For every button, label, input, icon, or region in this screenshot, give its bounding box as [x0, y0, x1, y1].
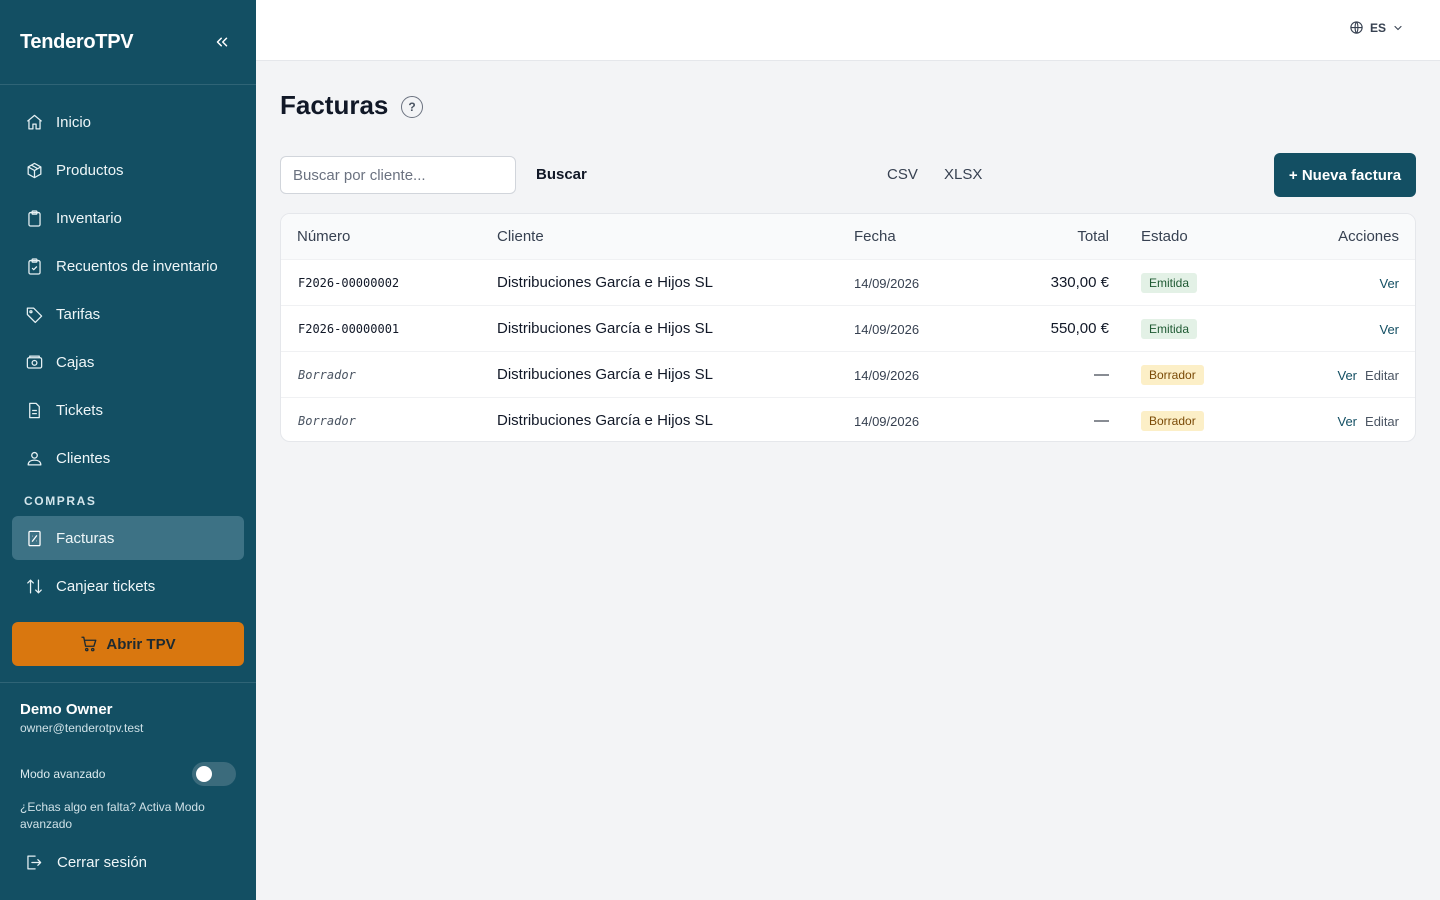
sidebar-item-tarifas[interactable]: Tarifas [12, 292, 244, 336]
view-link[interactable]: Ver [1337, 414, 1357, 429]
table-row[interactable]: F2026-00000001 Distribuciones García e H… [281, 305, 1415, 351]
sidebar-item-label: Clientes [56, 449, 111, 467]
header-date[interactable]: Fecha [854, 228, 896, 245]
invoice-client: Distribuciones García e Hijos SL [497, 274, 713, 291]
export-xlsx-button[interactable]: XLSX [944, 166, 982, 183]
header-status[interactable]: Estado [1141, 228, 1188, 245]
invoice-number: Borrador [298, 368, 356, 382]
user-email: owner@tenderotpv.test [20, 721, 144, 735]
sidebar-footer: Demo Owner owner@tenderotpv.test Modo av… [0, 682, 256, 871]
advanced-mode-label: Modo avanzado [20, 767, 106, 781]
edit-link[interactable]: Editar [1365, 414, 1399, 429]
sidebar-item-cajas[interactable]: Cajas [12, 340, 244, 384]
status-badge: Borrador [1141, 411, 1204, 431]
invoice-client: Distribuciones García e Hijos SL [497, 366, 713, 383]
globe-icon [1349, 20, 1364, 35]
cash-register-icon [24, 352, 44, 372]
sidebar-item-inicio[interactable]: Inicio [12, 100, 244, 144]
toggle-knob [196, 766, 212, 782]
help-icon[interactable]: ? [401, 96, 423, 118]
sidebar-item-label: Inventario [56, 209, 122, 227]
header-client[interactable]: Cliente [497, 228, 544, 245]
invoice-date: 14/09/2026 [854, 276, 920, 291]
sidebar-item-label: Facturas [56, 529, 115, 547]
sidebar-item-recuentos[interactable]: Recuentos de inventario [12, 244, 244, 288]
sidebar-item-productos[interactable]: Productos [12, 148, 244, 192]
invoice-number: F2026-00000001 [298, 322, 400, 336]
logout-button[interactable]: Cerrar sesión [24, 853, 147, 872]
user-name: Demo Owner [20, 701, 113, 718]
brand-logo: TenderoTPV [20, 30, 134, 53]
invoices-table: Número Cliente Fecha Total Estado Accion… [280, 213, 1416, 442]
collapse-sidebar-icon[interactable] [208, 28, 236, 56]
invoice-total: 550,00 € [1050, 320, 1109, 337]
logout-icon [24, 853, 43, 872]
invoice-number: F2026-00000002 [298, 276, 400, 290]
home-icon [24, 112, 44, 132]
search-button[interactable]: Buscar [536, 166, 587, 183]
tag-icon [24, 304, 44, 324]
sidebar-item-label: Recuentos de inventario [56, 257, 218, 275]
header-number[interactable]: Número [297, 228, 350, 245]
sidebar: TenderoTPV Inicio Productos Inventario R… [0, 0, 256, 900]
sidebar-item-label: Tickets [56, 401, 103, 419]
header-total[interactable]: Total [1077, 228, 1109, 245]
export-csv-button[interactable]: CSV [887, 166, 918, 183]
language-label: ES [1369, 20, 1386, 35]
view-link[interactable]: Ver [1379, 322, 1399, 337]
top-bar: ES [256, 0, 1440, 61]
sidebar-item-label: Productos [56, 161, 124, 179]
sidebar-nav: Inicio Productos Inventario Recuentos de… [0, 85, 256, 608]
sidebar-item-clientes[interactable]: Clientes [12, 436, 244, 480]
advanced-mode-hint: ¿Echas algo en falta? Activa Modo avanza… [20, 800, 205, 831]
view-link[interactable]: Ver [1337, 368, 1357, 383]
status-badge: Borrador [1141, 365, 1204, 385]
logout-label: Cerrar sesión [57, 854, 148, 871]
table-row[interactable]: F2026-00000002 Distribuciones García e H… [281, 259, 1415, 305]
clipboard-icon [24, 208, 44, 228]
chevron-down-icon [1392, 22, 1404, 34]
invoice-date: 14/09/2026 [854, 322, 920, 337]
table-header: Número Cliente Fecha Total Estado Accion… [281, 214, 1415, 259]
arrows-swap-icon [24, 576, 44, 596]
invoice-total: 330,00 € [1050, 274, 1109, 291]
view-link[interactable]: Ver [1379, 276, 1399, 291]
document-icon [24, 400, 44, 420]
sidebar-item-inventario[interactable]: Inventario [12, 196, 244, 240]
invoice-icon [24, 528, 44, 548]
sidebar-item-canjear-tickets[interactable]: Canjear tickets [12, 564, 244, 608]
sidebar-item-label: Cajas [56, 353, 95, 371]
sidebar-item-label: Canjear tickets [56, 577, 156, 595]
invoice-date: 14/09/2026 [854, 414, 920, 429]
open-tpv-button[interactable]: Abrir TPV [12, 622, 244, 666]
status-badge: Emitida [1141, 319, 1198, 339]
page-title: Facturas [280, 90, 389, 120]
cart-icon [80, 635, 98, 653]
sidebar-item-label: Inicio [56, 113, 92, 131]
table-row[interactable]: Borrador Distribuciones García e Hijos S… [281, 351, 1415, 397]
language-selector[interactable]: ES [1349, 20, 1404, 35]
brand-row: TenderoTPV [0, 0, 256, 85]
sidebar-item-label: Tarifas [56, 305, 101, 323]
box-icon [24, 160, 44, 180]
status-badge: Emitida [1141, 273, 1198, 293]
edit-link[interactable]: Editar [1365, 368, 1399, 383]
invoice-date: 14/09/2026 [854, 368, 920, 383]
invoice-client: Distribuciones García e Hijos SL [497, 412, 713, 429]
section-label-compras: COMPRAS [24, 494, 97, 508]
search-input[interactable] [280, 156, 516, 194]
invoice-number: Borrador [298, 414, 356, 428]
table-row[interactable]: Borrador Distribuciones García e Hijos S… [281, 397, 1415, 441]
sidebar-item-facturas[interactable]: Facturas [12, 516, 244, 560]
users-icon [24, 448, 44, 468]
header-actions: Acciones [1338, 228, 1399, 245]
sidebar-item-tickets[interactable]: Tickets [12, 388, 244, 432]
clipboard-check-icon [24, 256, 44, 276]
advanced-mode-toggle[interactable] [192, 762, 236, 786]
new-invoice-button[interactable]: + Nueva factura [1274, 153, 1416, 197]
invoice-total: — [1094, 412, 1109, 429]
open-tpv-label: Abrir TPV [106, 635, 176, 653]
invoice-client: Distribuciones García e Hijos SL [497, 320, 713, 337]
invoice-total: — [1094, 366, 1109, 383]
